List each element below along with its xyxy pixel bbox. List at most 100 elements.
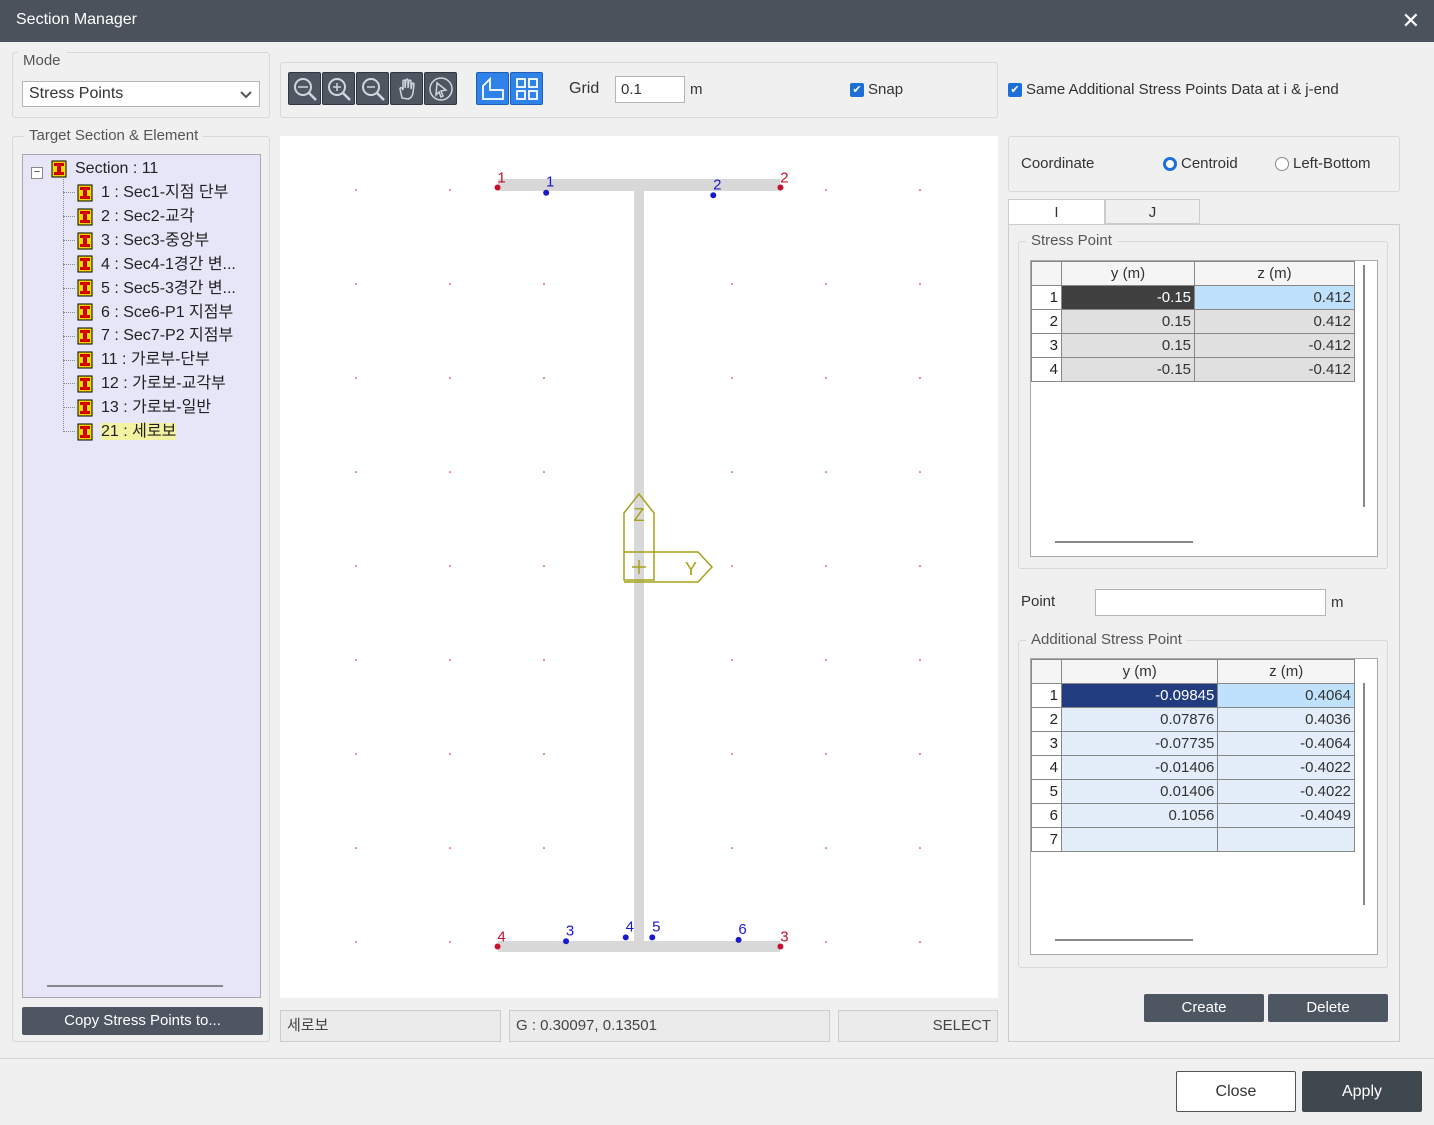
select-button[interactable] [424, 72, 457, 105]
additional-stress-table[interactable]: y (m) z (m) 1 -0.09845 0.4064 2 0.07876 0.4036… [1031, 659, 1355, 852]
cell-y[interactable]: -0.15 [1060, 285, 1196, 310]
close-button[interactable]: Close [1176, 1071, 1296, 1112]
cell-z[interactable]: -0.4022 [1217, 755, 1355, 780]
section-icon [77, 423, 93, 441]
grid-dot [731, 471, 733, 473]
cell-z[interactable]: -0.412 [1194, 357, 1355, 382]
tree-item-label: 21 : 세로보 [101, 423, 177, 440]
close-icon[interactable]: ✕ [1402, 8, 1420, 34]
section-drawing[interactable]: Z Y 1 2 3 4 1 2 3 4 5 6 [280, 136, 998, 998]
cell-z[interactable]: -0.4049 [1217, 803, 1355, 828]
table-row[interactable]: 3 0.15 -0.412 [1031, 333, 1355, 358]
cell-y[interactable]: 0.15 [1060, 333, 1196, 358]
cell-z[interactable]: -0.4022 [1217, 779, 1355, 804]
table-row[interactable]: 1 -0.15 0.412 [1031, 285, 1355, 310]
left-bottom-radio[interactable]: Left-Bottom [1275, 155, 1371, 172]
tab-j[interactable]: J [1105, 199, 1200, 224]
section-canvas[interactable]: Z Y 1 2 3 4 1 2 3 4 5 6 [280, 136, 998, 998]
zoom-out-button[interactable] [356, 72, 389, 105]
grid-input[interactable]: 0.1 [615, 76, 685, 103]
same-data-checkbox[interactable]: ✔ Same Additional Stress Points Data at … [1008, 81, 1339, 98]
zoom-fit-button[interactable] [288, 72, 321, 105]
cell-y[interactable]: -0.01406 [1060, 755, 1219, 780]
point-input[interactable] [1095, 589, 1326, 616]
cell-z[interactable]: 0.412 [1194, 309, 1355, 334]
top-flange [498, 179, 780, 191]
table-row[interactable]: 7 [1031, 827, 1355, 852]
mode-select[interactable]: Stress Points [22, 81, 260, 107]
cell-z[interactable] [1217, 827, 1355, 852]
grid-label: Grid [569, 80, 600, 97]
copy-stress-points-button[interactable]: Copy Stress Points to... [22, 1007, 263, 1035]
cell-z[interactable]: 0.4036 [1217, 707, 1355, 732]
tree-item[interactable]: 12 : 가로보-교각부 [63, 373, 226, 395]
table-row[interactable]: 2 0.07876 0.4036 [1031, 707, 1355, 732]
cell-y[interactable] [1060, 827, 1219, 852]
pan-button[interactable] [390, 72, 423, 105]
hscrollbar[interactable] [1055, 541, 1193, 543]
vscrollbar[interactable] [1363, 683, 1365, 905]
apply-button[interactable]: Apply [1302, 1071, 1422, 1112]
tree-item[interactable]: 11 : 가로부-단부 [63, 349, 210, 371]
tree-item[interactable]: 7 : Sec7-P2 지점부 [63, 325, 234, 347]
table-row[interactable]: 3 -0.07735 -0.4064 [1031, 731, 1355, 756]
table-row[interactable]: 6 0.1056 -0.4049 [1031, 803, 1355, 828]
tree-item[interactable]: 2 : Sec2-교각 [63, 206, 194, 228]
table-row[interactable]: 4 -0.15 -0.412 [1031, 357, 1355, 382]
cell-y[interactable]: 0.07876 [1060, 707, 1219, 732]
col-z-header: z (m) [1217, 659, 1355, 684]
stress-point-table-wrap[interactable]: y (m) z (m) 1 -0.15 0.412 2 0.15 0.412 3 0.15 -0.… [1030, 260, 1378, 557]
centroid-radio[interactable]: Centroid [1163, 155, 1238, 172]
delete-button[interactable]: Delete [1268, 994, 1388, 1022]
tree-item[interactable]: 6 : Sce6-P1 지점부 [63, 302, 233, 324]
tree-item[interactable]: 1 : Sec1-지점 단부 [63, 182, 228, 204]
section-tree[interactable]: − Section : 11 1 : Sec1-지점 단부 2 : Sec2-교각… [22, 154, 261, 998]
row-number: 2 [1031, 309, 1062, 334]
cell-y[interactable]: 0.15 [1060, 309, 1196, 334]
tree-root[interactable]: Section : 11 [51, 158, 158, 180]
stress-point-label: 3 [780, 928, 788, 945]
cell-y[interactable]: -0.09845 [1060, 683, 1219, 708]
tab-i[interactable]: I [1008, 199, 1105, 224]
tree-item-label: 7 : Sec7-P2 지점부 [101, 327, 234, 345]
layout-tools [476, 72, 543, 105]
collapse-icon[interactable]: − [31, 167, 43, 179]
cell-y[interactable]: 0.01406 [1060, 779, 1219, 804]
zoom-out-icon [361, 77, 385, 101]
grid-dot [825, 847, 827, 849]
section-view-button[interactable] [476, 72, 509, 105]
stress-point-table[interactable]: y (m) z (m) 1 -0.15 0.412 2 0.15 0.412 3 0.15 -0.… [1031, 261, 1355, 382]
table-row[interactable]: 1 -0.09845 0.4064 [1031, 683, 1355, 708]
vscrollbar[interactable] [1363, 265, 1365, 507]
cell-y[interactable]: -0.07735 [1060, 731, 1219, 756]
snap-checkbox[interactable]: ✔ Snap [850, 81, 903, 98]
create-button[interactable]: Create [1144, 994, 1264, 1022]
axis-label-z: Z [634, 505, 645, 525]
table-row[interactable]: 4 -0.01406 -0.4022 [1031, 755, 1355, 780]
tree-item-label: 13 : 가로보-일반 [101, 399, 212, 417]
tree-item[interactable]: 3 : Sec3-중앙부 [63, 230, 209, 252]
section-icon [77, 232, 93, 250]
grid-dot [543, 659, 545, 661]
table-row[interactable]: 2 0.15 0.412 [1031, 309, 1355, 334]
cell-z[interactable]: -0.412 [1194, 333, 1355, 358]
tree-item[interactable]: 4 : Sec4-1경간 변... [63, 254, 236, 276]
status-coordinate: G : 0.30097, 0.13501 [509, 1010, 830, 1042]
tree-item[interactable]: 5 : Sec5-3경간 변... [63, 278, 236, 300]
cell-z[interactable]: -0.4064 [1217, 731, 1355, 756]
tree-scrollbar[interactable] [47, 985, 223, 987]
tree-item[interactable]: 13 : 가로보-일반 [63, 397, 212, 419]
check-icon: ✔ [1008, 82, 1022, 97]
grid-dot [355, 189, 357, 191]
cell-z[interactable]: 0.412 [1194, 285, 1355, 310]
cell-y[interactable]: -0.15 [1060, 357, 1196, 382]
cell-y[interactable]: 0.1056 [1060, 803, 1219, 828]
cell-z[interactable]: 0.4064 [1217, 683, 1355, 708]
tree-item[interactable]: 21 : 세로보 [63, 421, 177, 443]
table-row[interactable]: 5 0.01406 -0.4022 [1031, 779, 1355, 804]
hscrollbar[interactable] [1055, 939, 1193, 941]
zoom-in-button[interactable] [322, 72, 355, 105]
corner-cell [1031, 261, 1062, 286]
grid-view-button[interactable] [510, 72, 543, 105]
additional-stress-table-wrap[interactable]: y (m) z (m) 1 -0.09845 0.4064 2 0.07876 0.4036… [1030, 658, 1378, 955]
